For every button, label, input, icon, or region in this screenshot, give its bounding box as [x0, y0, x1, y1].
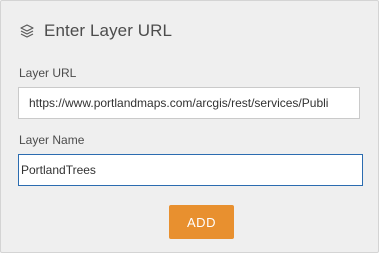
add-button[interactable]: ADD — [169, 205, 234, 239]
panel-title: Enter Layer URL — [44, 21, 173, 40]
layer-url-input[interactable]: https://www.portlandmaps.com/arcgis/rest… — [18, 87, 360, 119]
add-layer-url-panel: Enter Layer URL Layer URL https://www.po… — [0, 0, 379, 253]
layer-url-label: Layer URL — [19, 66, 77, 80]
layer-name-input[interactable]: PortlandTrees — [18, 154, 363, 186]
layer-name-label: Layer Name — [19, 133, 85, 147]
layers-icon — [19, 23, 35, 39]
panel-header: Enter Layer URL — [19, 20, 172, 42]
